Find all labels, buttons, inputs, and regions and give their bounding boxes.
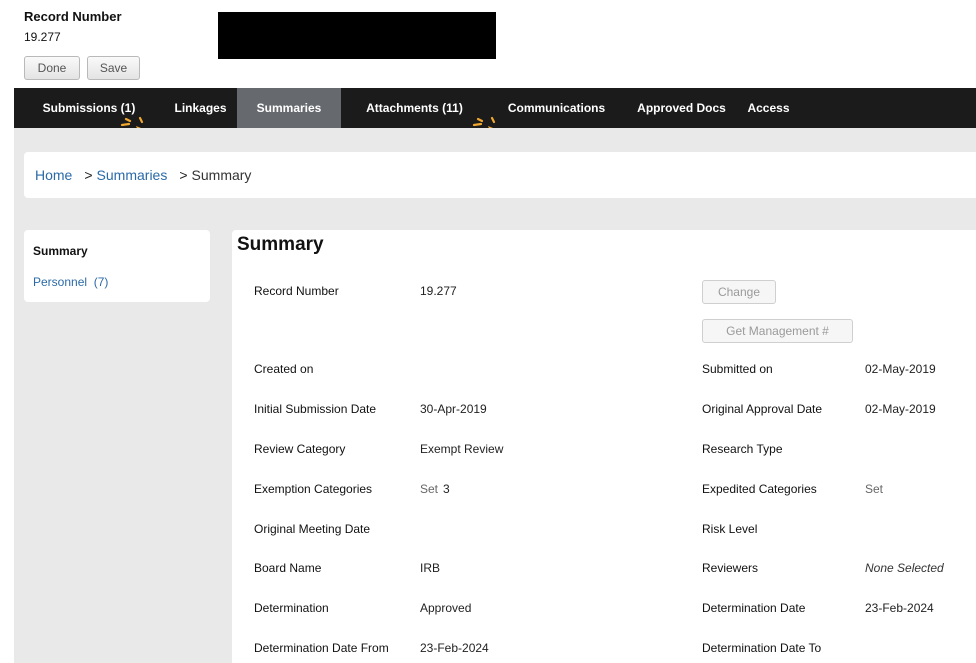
board-name-value: IRB [420,561,441,575]
breadcrumb-current: Summary [191,167,252,183]
research-type-label: Research Type [702,442,783,456]
created-on-label: Created on [254,362,314,376]
review-category-value: Exempt Review [420,442,504,456]
redacted-block [218,12,496,59]
done-button[interactable]: Done [24,56,80,80]
breadcrumb-separator: > [84,167,93,183]
breadcrumb-home-link[interactable]: Home [35,167,72,183]
determination-value: Approved [420,601,472,615]
risk-level-label: Risk Level [702,522,758,536]
get-management-number-button[interactable]: Get Management # [702,319,853,343]
tab-approved-docs[interactable]: Approved Docs [625,88,738,128]
exemption-categories-count: 3 [443,482,450,496]
exemption-categories-label: Exemption Categories [254,482,373,496]
review-category-label: Review Category [254,442,346,456]
determination-date-from-label: Determination Date From [254,641,389,655]
reviewers-label: Reviewers [702,561,759,575]
breadcrumb: Home > Summaries > Summary [24,152,976,198]
submitted-on-value: 02-May-2019 [865,362,936,376]
record-number-label: Record Number [24,9,122,24]
expedited-categories-label: Expedited Categories [702,482,817,496]
original-approval-date-label: Original Approval Date [702,402,823,416]
original-meeting-date-label: Original Meeting Date [254,522,371,536]
change-button[interactable]: Change [702,280,776,304]
initial-submission-date-label: Initial Submission Date [254,402,377,416]
initial-submission-date-value: 30-Apr-2019 [420,402,487,416]
sidebar-personnel-count: (7) [93,275,109,289]
exemption-categories-set-link[interactable]: Set [420,482,438,496]
tab-access[interactable]: Access [738,88,799,128]
determination-date-to-label: Determination Date To [702,641,822,655]
board-name-label: Board Name [254,561,322,575]
original-approval-date-value: 02-May-2019 [865,402,936,416]
record-header: Record Number 19.277 Done Save [0,0,976,88]
determination-label: Determination [254,601,329,615]
save-button[interactable]: Save [87,56,140,80]
breadcrumb-summaries-link[interactable]: Summaries [97,167,168,183]
sidebar-item-personnel[interactable]: Personnel (7) [33,275,108,289]
page-title: Summary [237,234,324,255]
record-number-value: 19.277 [24,30,61,44]
determination-date-value: 23-Feb-2024 [865,601,934,615]
breadcrumb-separator: > [179,167,188,183]
reviewers-value: None Selected [865,561,944,575]
determination-date-label: Determination Date [702,601,806,615]
record-number-field-value: 19.277 [420,284,457,298]
expedited-categories-set-link[interactable]: Set [865,482,883,496]
tab-linkages[interactable]: Linkages [164,88,237,128]
sidebar: Summary Personnel (7) [24,230,210,302]
sidebar-item-summary[interactable]: Summary [33,244,88,258]
tab-attachments[interactable]: Attachments (11) [341,88,488,128]
summary-panel: Summary Record Number 19.277 Change Get … [232,230,976,663]
sidebar-personnel-label: Personnel [33,275,88,289]
record-number-field-label: Record Number [254,284,339,298]
tab-summaries[interactable]: Summaries [237,88,341,128]
submitted-on-label: Submitted on [702,362,773,376]
determination-date-from-value: 23-Feb-2024 [420,641,489,655]
